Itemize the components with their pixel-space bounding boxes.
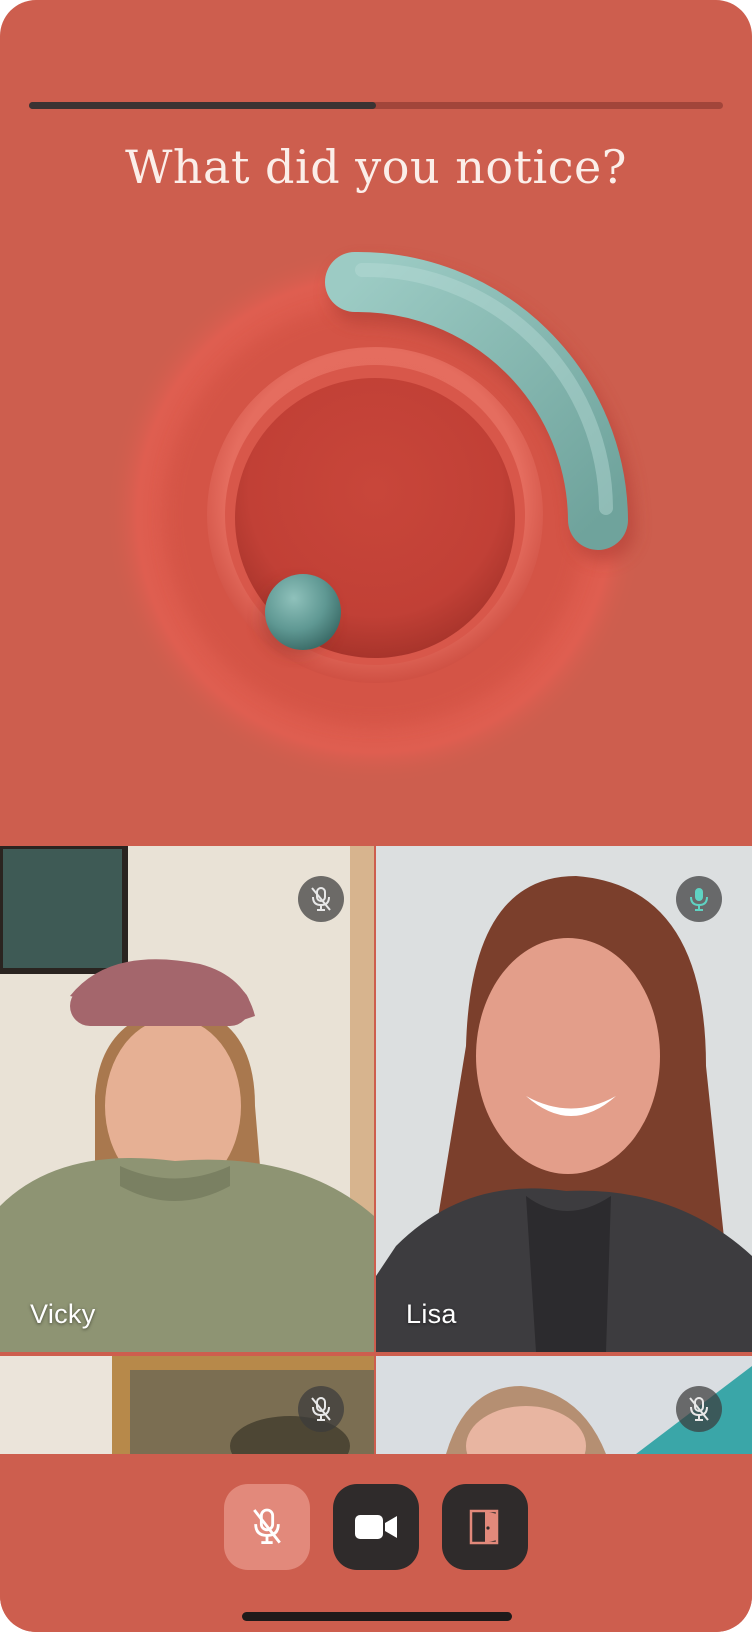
call-controls-bar (0, 1454, 752, 1632)
participant-name: Lisa (406, 1299, 457, 1329)
mic-off-icon (311, 1397, 331, 1421)
participant-video-feed (376, 846, 752, 1352)
question-heading: What did you notice? (125, 140, 627, 194)
participant-tile[interactable] (376, 1356, 752, 1454)
mic-off-icon (311, 887, 331, 911)
toggle-camera-button[interactable] (333, 1484, 419, 1570)
mic-muted-indicator (298, 1386, 344, 1432)
toggle-microphone-button[interactable] (224, 1484, 310, 1570)
mic-off-icon (253, 1508, 281, 1544)
mic-icon (690, 888, 708, 911)
participant-tile[interactable]: Vicky (0, 846, 374, 1352)
mic-muted-indicator (298, 876, 344, 922)
participant-tile[interactable]: Lisa (376, 846, 752, 1352)
breathing-dial-illustration (105, 245, 645, 785)
session-progress-fill (29, 102, 376, 109)
participant-video-grid: Vicky Lisa (0, 846, 752, 1454)
mic-active-indicator (676, 876, 722, 922)
video-camera-icon (355, 1515, 397, 1539)
session-progress-bar (29, 102, 723, 109)
participant-tile[interactable] (0, 1356, 374, 1454)
app-screen: What did you notice? Vicky Lisa (0, 0, 752, 1632)
mic-off-icon (689, 1397, 709, 1421)
mic-muted-indicator (676, 1386, 722, 1432)
participant-name: Vicky (30, 1299, 96, 1329)
home-indicator[interactable] (242, 1612, 512, 1621)
door-exit-icon (469, 1509, 499, 1545)
leave-session-button[interactable] (442, 1484, 528, 1570)
